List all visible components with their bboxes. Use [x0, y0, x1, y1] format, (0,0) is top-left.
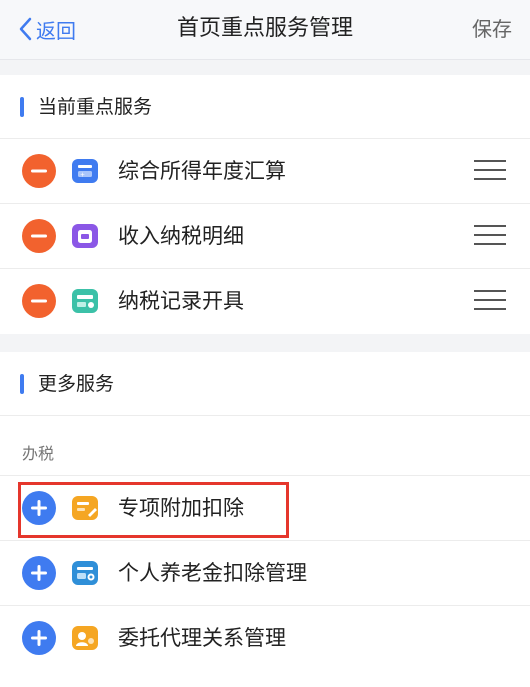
group-label-text: 办税	[22, 444, 55, 463]
section-accent-bar	[20, 97, 24, 117]
remove-button[interactable]	[22, 284, 56, 318]
page-title: 首页重点服务管理	[176, 16, 353, 41]
current-services-header: 当前重点服务	[0, 75, 530, 139]
add-button[interactable]	[22, 621, 56, 655]
agency-relation-icon	[70, 623, 100, 653]
tax-record-icon	[70, 286, 100, 316]
add-button[interactable]	[22, 556, 56, 590]
more-services-section: 更多服务 办税 专项附加扣除 个人养老金扣除管理 委托代理关系管理	[0, 352, 530, 687]
drag-handle[interactable]	[474, 160, 506, 182]
more-services-header: 更多服务	[0, 352, 530, 416]
remove-button[interactable]	[22, 154, 56, 188]
special-deduction-icon	[70, 493, 100, 523]
drag-handle[interactable]	[474, 225, 506, 247]
nav-bar: 返回 首页重点服务管理 保存	[0, 0, 530, 60]
service-label: 纳税记录开具	[118, 289, 244, 313]
current-service-item: 纳税记录开具	[0, 269, 530, 334]
more-service-item: 委托代理关系管理	[0, 606, 530, 671]
svg-text:+: +	[80, 172, 85, 179]
more-services-title: 更多服务	[38, 373, 115, 395]
service-label: 收入纳税明细	[118, 224, 244, 248]
plus-circle-icon	[22, 556, 56, 590]
section-accent-bar	[20, 374, 24, 394]
income-tax-detail-icon	[70, 221, 100, 251]
annual-settlement-icon: +	[70, 156, 100, 186]
save-button[interactable]: 保存	[472, 14, 512, 44]
plus-circle-icon	[22, 621, 56, 655]
remove-button[interactable]	[22, 219, 56, 253]
service-label: 委托代理关系管理	[118, 626, 286, 650]
more-service-item: 专项附加扣除	[0, 476, 530, 541]
current-service-item: + 综合所得年度汇算	[0, 139, 530, 204]
add-button[interactable]	[22, 491, 56, 525]
pension-deduction-icon	[70, 558, 100, 588]
plus-circle-icon	[22, 491, 56, 525]
service-label: 专项附加扣除	[118, 496, 244, 520]
group-label: 办税	[0, 416, 530, 476]
drag-handle[interactable]	[474, 290, 506, 312]
minus-circle-icon	[22, 219, 56, 253]
minus-circle-icon	[22, 284, 56, 318]
service-label: 个人养老金扣除管理	[118, 561, 307, 585]
service-label: 综合所得年度汇算	[118, 159, 286, 183]
minus-circle-icon	[22, 154, 56, 188]
current-services-section: 当前重点服务 + 综合所得年度汇算 收入纳税明细 纳税记录开具	[0, 75, 530, 334]
current-service-item: 收入纳税明细	[0, 204, 530, 269]
current-services-title: 当前重点服务	[38, 96, 153, 118]
more-service-item: 个人养老金扣除管理	[0, 541, 530, 606]
